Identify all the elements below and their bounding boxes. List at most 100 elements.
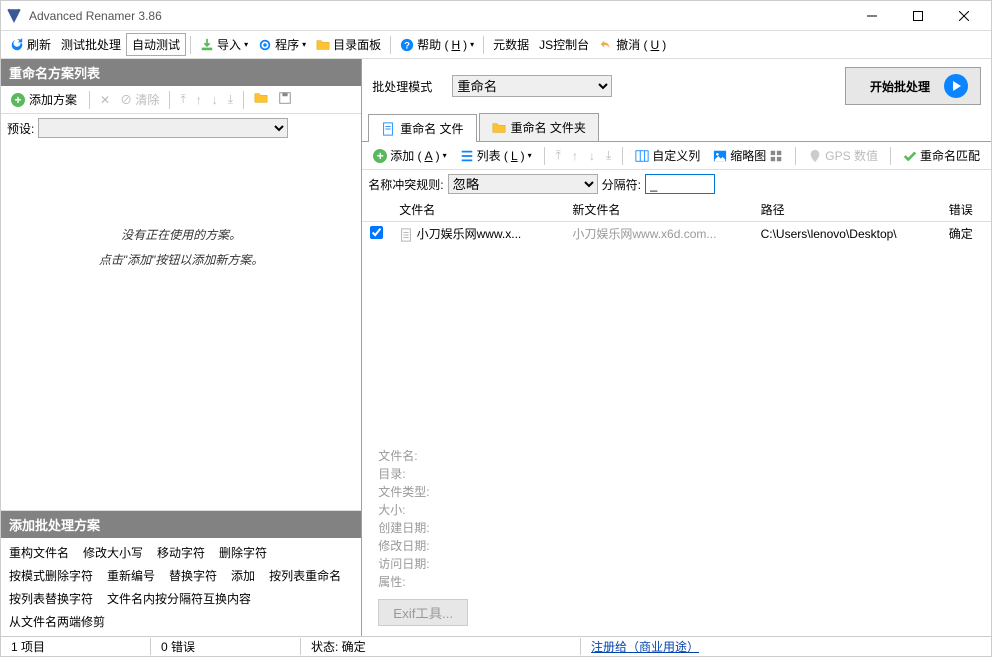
start-batch-button[interactable]: 开始批处理	[845, 67, 981, 105]
col-filename[interactable]: 文件名	[391, 198, 564, 222]
method-link[interactable]: 添加	[231, 567, 255, 584]
thumb-config-icon	[769, 149, 783, 163]
mode-select[interactable]: 重命名	[452, 75, 612, 97]
gear-icon	[258, 38, 272, 52]
file-info-panel: 文件名: 目录: 文件类型: 大小: 创建日期: 修改日期: 访问日期: 属性:…	[362, 436, 991, 636]
autotest-button[interactable]: 自动测试	[126, 33, 186, 56]
tab-rename-folders[interactable]: 重命名 文件夹	[479, 113, 599, 141]
method-link[interactable]: 重构文件名	[9, 544, 69, 561]
preset-label: 预设:	[7, 120, 34, 137]
separator	[169, 91, 170, 109]
close-button[interactable]	[941, 2, 987, 30]
move-down-button: ↓	[208, 90, 222, 110]
conflict-rule-select[interactable]: 忽略	[448, 174, 598, 194]
add-file-button[interactable]: + 添加 (A) ▾	[368, 145, 451, 166]
method-link[interactable]: 文件名内按分隔符互换内容	[107, 590, 251, 607]
tab-rename-files[interactable]: 重命名 文件	[368, 114, 476, 142]
delete-scheme-button: ✕	[96, 90, 114, 110]
status-state: 状态: 确定	[301, 638, 581, 655]
method-link[interactable]: 按列表替换字符	[9, 590, 93, 607]
minimize-button[interactable]	[849, 2, 895, 30]
svg-text:?: ?	[404, 40, 410, 51]
jsconsole-button[interactable]: JS控制台	[534, 34, 594, 55]
exif-tool-button: Exif工具...	[378, 599, 468, 626]
move-down-button: ↓	[585, 146, 599, 166]
col-path[interactable]: 路径	[753, 198, 941, 222]
app-logo-icon	[5, 7, 23, 25]
move-bottom-button: ⤓	[602, 145, 615, 166]
window-titlebar: Advanced Renamer 3.86	[1, 1, 991, 31]
undo-button[interactable]: 撤消 (U)	[594, 34, 671, 55]
col-error[interactable]: 错误	[941, 198, 991, 222]
separator	[89, 91, 90, 109]
help-button[interactable]: ? 帮助 (H) ▾	[395, 34, 479, 55]
gps-button: GPS 数值	[803, 145, 883, 166]
move-bottom-button: ⤓	[224, 89, 237, 110]
row-newname: 小刀娱乐网www.x6d.com...	[564, 222, 752, 246]
move-top-button: ⤒	[176, 89, 189, 110]
method-link[interactable]: 从文件名两端修剪	[9, 613, 105, 630]
pin-icon	[808, 149, 822, 163]
move-up-button: ↑	[568, 146, 582, 166]
undo-label: 撤消 (	[616, 36, 647, 53]
program-button[interactable]: 程序▾	[253, 34, 311, 55]
testbatch-button[interactable]: 测试批处理	[56, 34, 126, 55]
file-table-wrap: 文件名 新文件名 路径 错误 小刀娱乐网www.x... 小刀娱乐网www.x6…	[362, 198, 991, 436]
dirpanel-button[interactable]: 目录面板	[311, 34, 386, 55]
import-button[interactable]: 导入▾	[195, 34, 253, 55]
separator	[483, 36, 484, 54]
import-icon	[200, 38, 214, 52]
move-up-button: ↑	[192, 90, 206, 110]
metadata-button[interactable]: 元数据	[488, 34, 534, 55]
list-icon	[460, 149, 474, 163]
status-bar: 1 项目 0 错误 状态: 确定 注册给（商业用途）	[1, 636, 991, 656]
method-link[interactable]: 删除字符	[219, 544, 267, 561]
save-icon	[278, 91, 292, 105]
status-errors: 0 错误	[151, 638, 301, 655]
col-newfilename[interactable]: 新文件名	[564, 198, 752, 222]
separator	[890, 147, 891, 165]
add-scheme-button[interactable]: + 添加方案	[5, 89, 83, 110]
rule-label: 名称冲突规则:	[368, 176, 443, 193]
thumbnail-button[interactable]: 缩略图	[708, 145, 788, 166]
separator	[390, 36, 391, 54]
mode-bar: 批处理模式 重命名 开始批处理	[362, 59, 991, 113]
match-rename-button[interactable]: 重命名匹配	[898, 145, 985, 166]
start-label: 开始批处理	[870, 78, 930, 95]
method-link[interactable]: 重新编号	[107, 567, 155, 584]
maximize-button[interactable]	[895, 2, 941, 30]
row-checkbox[interactable]	[370, 226, 383, 239]
folder-icon	[254, 91, 268, 105]
file-icon	[399, 228, 413, 242]
separator	[795, 147, 796, 165]
help-icon: ?	[400, 38, 414, 52]
method-link[interactable]: 按列表重命名	[269, 567, 341, 584]
row-filename: 小刀娱乐网www.x...	[391, 222, 564, 246]
testbatch-label: 测试批处理	[61, 36, 121, 53]
conflict-rule-row: 名称冲突规则: 忽略 分隔符:	[362, 170, 991, 198]
autotest-label: 自动测试	[132, 36, 180, 53]
method-link[interactable]: 替换字符	[169, 567, 217, 584]
separator-input[interactable]	[645, 174, 715, 194]
program-label: 程序	[275, 36, 299, 53]
col-check[interactable]	[362, 198, 391, 222]
list-button[interactable]: 列表 (L) ▾	[455, 145, 537, 166]
method-link[interactable]: 按模式删除字符	[9, 567, 93, 584]
open-folder-button[interactable]	[250, 88, 272, 111]
method-link[interactable]: 修改大小写	[83, 544, 143, 561]
move-top-button: ⤒	[552, 145, 565, 166]
table-row[interactable]: 小刀娱乐网www.x... 小刀娱乐网www.x6d.com... C:\Use…	[362, 222, 991, 246]
register-link[interactable]: 注册给（商业用途）	[581, 638, 731, 655]
method-link[interactable]: 移动字符	[157, 544, 205, 561]
save-button[interactable]	[274, 88, 296, 111]
refresh-button[interactable]: 刷新	[5, 34, 56, 55]
custom-col-button[interactable]: 自定义列	[630, 145, 705, 166]
method-list: 重构文件名修改大小写移动字符删除字符按模式删除字符重新编号替换字符添加按列表重命…	[1, 538, 361, 636]
image-icon	[713, 149, 727, 163]
info-attrs: 属性:	[378, 573, 975, 590]
file-icon	[381, 122, 395, 136]
play-icon	[944, 74, 968, 98]
jsconsole-label: JS控制台	[539, 36, 589, 53]
separator	[243, 91, 244, 109]
preset-select[interactable]	[38, 118, 288, 138]
